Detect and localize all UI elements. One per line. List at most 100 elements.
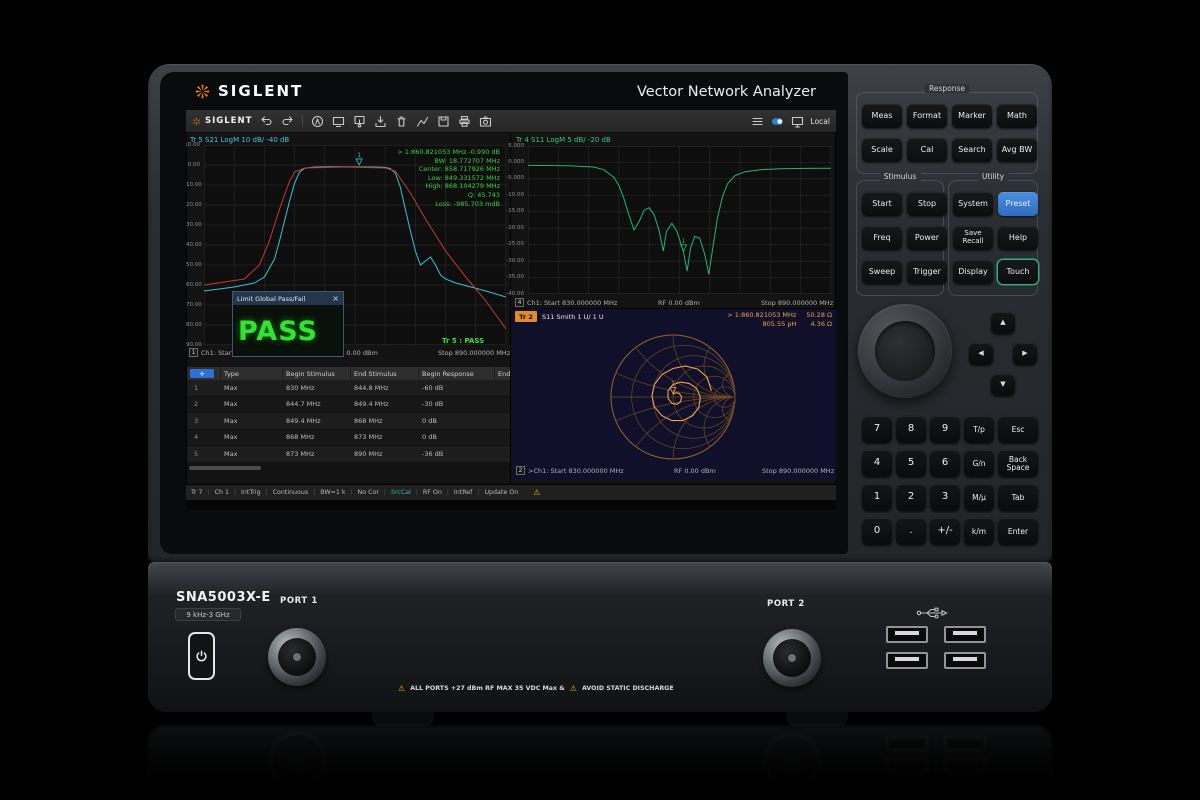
panel-button-sweep[interactable]: Sweep bbox=[862, 260, 902, 284]
table-scrollbar[interactable] bbox=[187, 466, 510, 470]
key-enter[interactable]: Enter bbox=[998, 518, 1038, 545]
panel-button-freq[interactable]: Freq bbox=[862, 226, 902, 250]
row-number[interactable]: 5 bbox=[187, 446, 221, 463]
print-icon[interactable] bbox=[458, 115, 471, 128]
limit-cell[interactable]: 868 MHz bbox=[283, 430, 351, 447]
key-3[interactable]: 3 bbox=[930, 484, 960, 511]
key-tab[interactable]: Tab bbox=[998, 484, 1038, 511]
limit-cell[interactable]: 0 dB bbox=[419, 413, 495, 430]
touch-icon[interactable] bbox=[353, 115, 366, 128]
key-4[interactable]: 4 bbox=[862, 450, 892, 477]
screenshot-icon[interactable] bbox=[479, 115, 492, 128]
display-setup-icon[interactable] bbox=[332, 115, 345, 128]
row-number[interactable]: 1 bbox=[187, 380, 221, 397]
limit-cell[interactable]: 844.7 MHz bbox=[283, 397, 351, 414]
panel-button-math[interactable]: Math bbox=[997, 104, 1037, 128]
row-number[interactable]: 4 bbox=[187, 430, 221, 447]
limit-cell[interactable] bbox=[495, 397, 510, 414]
panel-button-stop[interactable]: Stop bbox=[907, 192, 947, 216]
key-k-m[interactable]: k/m bbox=[964, 518, 994, 545]
limit-cell[interactable]: 844.8 MHz bbox=[351, 380, 419, 397]
panel-button-meas[interactable]: Meas bbox=[862, 104, 902, 128]
save-user-icon[interactable] bbox=[374, 115, 387, 128]
arrow-up-button[interactable]: ▲ bbox=[991, 312, 1015, 334]
key-6[interactable]: 6 bbox=[930, 450, 960, 477]
limit-cell[interactable] bbox=[495, 380, 510, 397]
panel-button-marker[interactable]: Marker bbox=[952, 104, 992, 128]
limit-cell[interactable]: 830 MHz bbox=[283, 380, 351, 397]
arrow-down-button[interactable]: ▼ bbox=[991, 374, 1015, 396]
panel-button-avg-bw[interactable]: Avg BW bbox=[997, 138, 1037, 162]
panel-button-scale[interactable]: Scale bbox=[862, 138, 902, 162]
key-1[interactable]: 1 bbox=[862, 484, 892, 511]
trace-icon[interactable] bbox=[416, 115, 429, 128]
cal-kit-icon[interactable] bbox=[311, 115, 324, 128]
limit-cell[interactable]: Max bbox=[221, 380, 283, 397]
redo-icon[interactable] bbox=[281, 115, 294, 128]
undo-icon[interactable] bbox=[260, 115, 273, 128]
limit-cell[interactable]: Max bbox=[221, 413, 283, 430]
limit-cell[interactable]: Max bbox=[221, 446, 283, 463]
panel-button-start[interactable]: Start bbox=[862, 192, 902, 216]
panel-button-system[interactable]: System bbox=[953, 192, 993, 216]
row-number[interactable]: 3 bbox=[187, 413, 221, 430]
limit-cell[interactable]: 868 MHz bbox=[351, 413, 419, 430]
limit-cell[interactable]: 873 MHz bbox=[351, 430, 419, 447]
limit-cell[interactable]: 0 dB bbox=[419, 430, 495, 447]
row-number[interactable]: 2 bbox=[187, 397, 221, 414]
rotary-knob[interactable] bbox=[858, 304, 952, 398]
arrow-right-button[interactable]: ▶ bbox=[1013, 343, 1037, 365]
file-save-icon[interactable] bbox=[437, 115, 450, 128]
limit-cell[interactable]: -36 dB bbox=[419, 446, 495, 463]
key-5[interactable]: 5 bbox=[896, 450, 926, 477]
panel-button-search[interactable]: Search bbox=[952, 138, 992, 162]
key-m[interactable]: M/µ bbox=[964, 484, 994, 511]
limit-cell[interactable]: 849.4 MHz bbox=[283, 413, 351, 430]
smith-trace-tab[interactable]: Tr 2 bbox=[515, 311, 537, 322]
key-2[interactable]: 2 bbox=[896, 484, 926, 511]
key-9[interactable]: 9 bbox=[930, 416, 960, 443]
key-8[interactable]: 8 bbox=[896, 416, 926, 443]
s21-trace-title[interactable]: Tr 5 S21 LogM 10 dB/ -40 dB bbox=[190, 136, 289, 144]
limit-cell[interactable]: 890 MHz bbox=[351, 446, 419, 463]
power-button[interactable] bbox=[188, 632, 215, 680]
key-g-n[interactable]: G/n bbox=[964, 450, 994, 477]
panel-button-preset[interactable]: Preset bbox=[998, 192, 1038, 216]
key-plusminus[interactable]: +/- bbox=[930, 518, 960, 545]
limit-cell[interactable]: 873 MHz bbox=[283, 446, 351, 463]
panel-button-touch[interactable]: Touch bbox=[998, 260, 1038, 284]
add-limit-button[interactable]: + bbox=[190, 369, 214, 378]
key-0[interactable]: 0 bbox=[862, 518, 892, 545]
arrow-left-button[interactable]: ◀ bbox=[969, 343, 993, 365]
limit-cell[interactable]: Max bbox=[221, 430, 283, 447]
key-back-space[interactable]: Back Space bbox=[998, 450, 1038, 477]
limit-cell[interactable] bbox=[495, 430, 510, 447]
smith-plot[interactable]: 1 bbox=[607, 331, 739, 463]
limit-cell[interactable]: -60 dB bbox=[419, 380, 495, 397]
key-7[interactable]: 7 bbox=[862, 416, 892, 443]
smith-trace-title[interactable]: S11 Smith 1 U/ 1 U bbox=[542, 313, 604, 321]
panel-button-save-recall[interactable]: Save Recall bbox=[953, 226, 993, 250]
key-esc[interactable]: Esc bbox=[998, 416, 1038, 443]
menu-icon[interactable] bbox=[751, 115, 764, 128]
dialog-titlebar[interactable]: Limit Global Pass/Fail × bbox=[233, 292, 343, 305]
external-display-icon[interactable] bbox=[791, 115, 804, 128]
key-dot[interactable]: . bbox=[896, 518, 926, 545]
panel-button-cal[interactable]: Cal bbox=[907, 138, 947, 162]
close-icon[interactable]: × bbox=[332, 294, 339, 303]
panel-button-help[interactable]: Help bbox=[998, 226, 1038, 250]
delete-icon[interactable] bbox=[395, 115, 408, 128]
limit-cell[interactable]: 849.4 MHz bbox=[351, 397, 419, 414]
limit-cell[interactable]: -30 dB bbox=[419, 397, 495, 414]
s11-plot[interactable]: 1 bbox=[528, 146, 831, 294]
panel-button-trigger[interactable]: Trigger bbox=[907, 260, 947, 284]
limit-cell[interactable] bbox=[495, 446, 510, 463]
key-t-p[interactable]: T/p bbox=[964, 416, 994, 443]
limit-cell[interactable] bbox=[495, 413, 510, 430]
panel-button-format[interactable]: Format bbox=[907, 104, 947, 128]
limit-cell[interactable]: Max bbox=[221, 397, 283, 414]
s11-trace-title[interactable]: Tr 4 S11 LogM 5 dB/ -20 dB bbox=[516, 136, 611, 144]
scrollbar-handle[interactable] bbox=[189, 466, 261, 470]
power-toggle-icon[interactable] bbox=[771, 115, 784, 128]
panel-button-power[interactable]: Power bbox=[907, 226, 947, 250]
